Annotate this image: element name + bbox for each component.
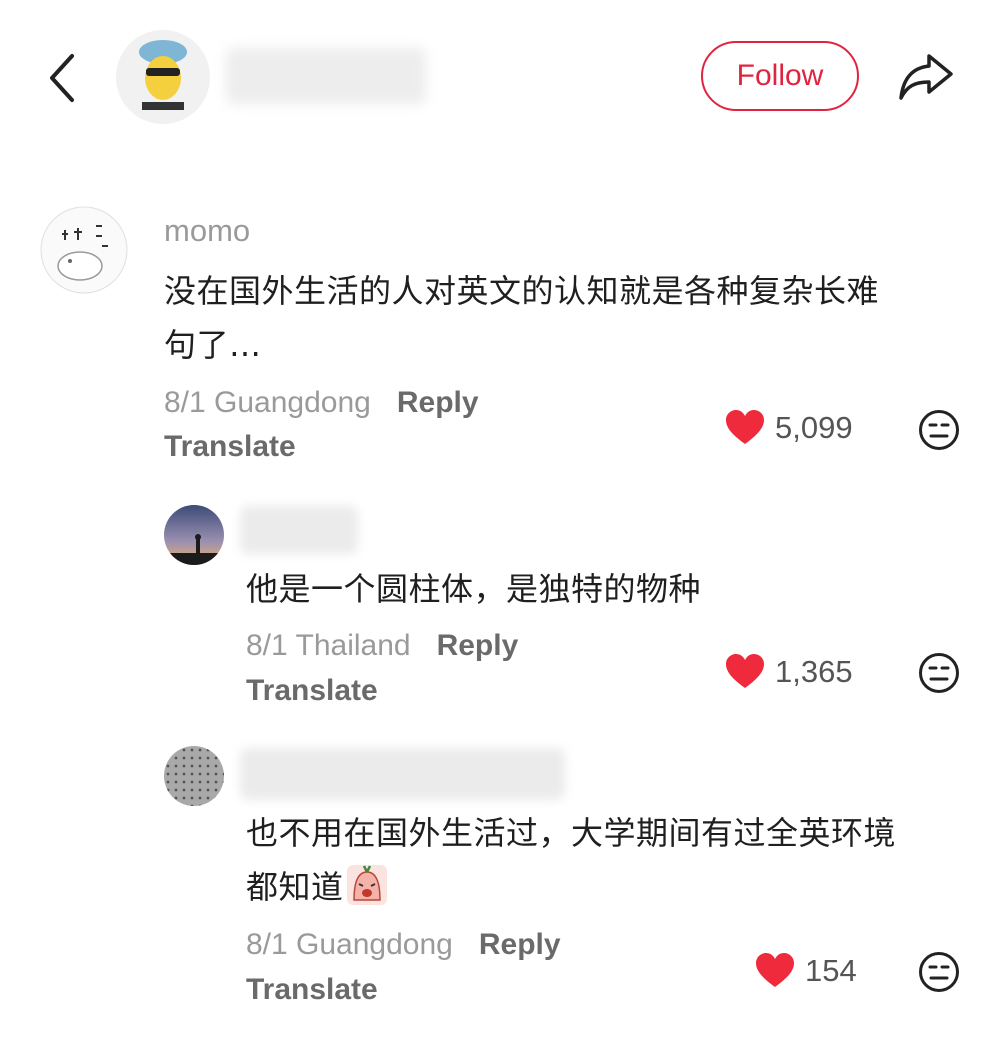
translate-button[interactable]: Translate [246, 674, 378, 708]
comment-text-line: 都知道 [246, 860, 966, 914]
translate-button[interactable]: Translate [246, 973, 378, 1007]
reply-button[interactable]: Reply [397, 386, 479, 419]
like-count: 5,099 [775, 410, 853, 445]
translate-button[interactable]: Translate [164, 430, 296, 464]
comment-text-span: 都知道 [246, 868, 344, 906]
comment-text: 也不用在国外生活过，大学期间有过全英环境 都知道 [246, 806, 966, 914]
like-count: 1,365 [775, 654, 853, 689]
like-button[interactable]: 154 [755, 953, 857, 989]
date-location: 8/1 Thailand [246, 629, 411, 662]
reply-button[interactable]: Reply [479, 928, 561, 961]
dislike-meh-icon[interactable] [918, 652, 960, 698]
back-chevron-icon[interactable] [40, 48, 88, 108]
comment-text-line: 句了… [164, 326, 262, 364]
comment-username[interactable]: momo [164, 213, 250, 249]
comment-meta: 8/1 Guangdong Reply [246, 928, 561, 962]
share-arrow-icon[interactable] [895, 48, 957, 104]
author-name-blurred [226, 48, 426, 104]
commenter-name-blurred [240, 506, 358, 554]
date-location: 8/1 Guangdong [246, 928, 453, 961]
comment-meta: 8/1 Guangdong Reply [164, 386, 479, 420]
heart-icon [726, 410, 764, 444]
heart-icon [726, 654, 764, 688]
commenter-avatar[interactable] [40, 206, 128, 294]
crying-face-sticker-icon [346, 864, 388, 906]
commenter-name-blurred [240, 748, 565, 800]
like-button[interactable]: 1,365 [725, 654, 853, 690]
follow-button[interactable]: Follow [701, 41, 859, 111]
reply-button[interactable]: Reply [437, 629, 519, 662]
comment-text: 没在国外生活的人对英文的认知就是各种复杂长难 句了… [164, 264, 964, 372]
heart-icon [756, 953, 794, 987]
comment-text: 他是一个圆柱体，是独特的物种 [246, 570, 702, 608]
comment-text-line: 也不用在国外生活过，大学期间有过全英环境 [246, 814, 897, 852]
dislike-meh-icon[interactable] [918, 951, 960, 997]
like-button[interactable]: 5,099 [725, 410, 853, 446]
dislike-meh-icon[interactable] [918, 409, 960, 455]
comment-text-line: 没在国外生活的人对英文的认知就是各种复杂长难 [164, 272, 880, 310]
date-location: 8/1 Guangdong [164, 386, 371, 419]
comment-meta: 8/1 Thailand Reply [246, 629, 518, 663]
commenter-avatar[interactable] [164, 505, 224, 565]
like-count: 154 [805, 953, 857, 988]
commenter-avatar[interactable] [164, 746, 224, 806]
author-avatar[interactable] [116, 30, 210, 124]
